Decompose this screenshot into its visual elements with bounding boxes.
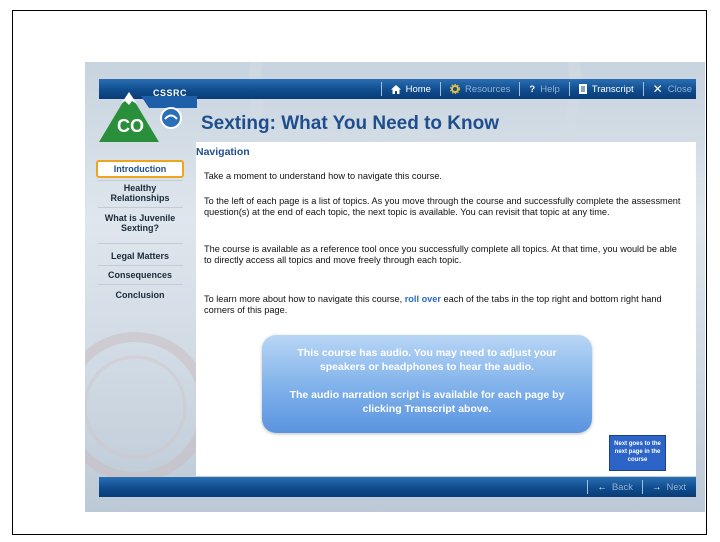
- nav-separator: [380, 82, 382, 96]
- page-title: Sexting: What You Need to Know: [201, 113, 500, 134]
- logo-state: CO: [117, 116, 144, 136]
- home-icon: [390, 84, 401, 94]
- help-button[interactable]: ? Help: [529, 84, 559, 95]
- nav-separator: [587, 480, 589, 494]
- sidebar-divider: [98, 243, 183, 244]
- sidebar-item-label: Conclusion: [115, 290, 165, 300]
- sidebar-item-label: Healthy Relationships: [110, 183, 170, 203]
- sidebar-item-label: Legal Matters: [110, 251, 170, 261]
- document-icon: [578, 84, 587, 94]
- back-button[interactable]: ← Back: [597, 482, 633, 493]
- nav-separator: [641, 480, 643, 494]
- next-button[interactable]: → Next: [652, 482, 686, 493]
- sidebar-item-consequences[interactable]: Consequences: [96, 270, 184, 280]
- sidebar-item-juvenile-sexting[interactable]: What is Juvenile Sexting?: [96, 213, 184, 233]
- sidebar-divider: [98, 265, 183, 266]
- sidebar-divider: [98, 284, 183, 285]
- next-arrow-icon: →: [651, 481, 662, 493]
- next-tooltip: Next goes to the next page in the course: [609, 435, 666, 471]
- home-button[interactable]: Home: [390, 83, 431, 95]
- resources-button[interactable]: Resources: [449, 83, 511, 95]
- back-label: Back: [611, 481, 633, 493]
- nav-separator: [519, 82, 521, 96]
- question-icon: ?: [529, 83, 536, 95]
- resources-label: Resources: [464, 83, 511, 95]
- gear-icon: [449, 84, 460, 94]
- bottom-navigation-bar: ← Back → Next: [99, 477, 696, 497]
- sidebar-item-label: What is Juvenile Sexting?: [104, 213, 176, 233]
- close-icon: ✕: [652, 82, 663, 96]
- next-label: Next: [666, 481, 686, 493]
- rollover-paragraph: To learn more about how to navigate this…: [204, 294, 682, 316]
- intro-paragraph: Take a moment to understand how to navig…: [204, 171, 442, 181]
- nav-separator: [568, 82, 570, 96]
- sidebar-item-healthy-relationships[interactable]: Healthy Relationships: [96, 183, 184, 203]
- topics-paragraph: To the left of each page is a list of to…: [204, 196, 681, 217]
- sidebar-item-label: Consequences: [107, 270, 173, 280]
- transcript-button[interactable]: Transcript: [578, 83, 634, 95]
- nav-separator: [642, 82, 644, 96]
- close-label: Close: [667, 83, 692, 95]
- audio-notice-line1: This course has audio. You may need to a…: [297, 347, 557, 373]
- audio-notice-line2: The audio narration script is available …: [289, 389, 565, 415]
- sidebar-item-conclusion[interactable]: Conclusion: [96, 290, 184, 300]
- sidebar-item-introduction[interactable]: Introduction: [96, 160, 184, 178]
- sidebar-item-legal-matters[interactable]: Legal Matters: [96, 251, 184, 261]
- close-button[interactable]: ✕ Close: [653, 82, 692, 96]
- sidebar-divider: [98, 207, 183, 208]
- nav-separator: [439, 82, 441, 96]
- audio-notice: This course has audio. You may need to a…: [262, 335, 592, 433]
- reference-paragraph: The course is available as a reference t…: [204, 244, 677, 265]
- section-title: Navigation: [196, 146, 250, 158]
- home-label: Home: [405, 83, 431, 95]
- help-label: Help: [540, 83, 560, 95]
- logo-acronym: CSSRC: [153, 88, 188, 98]
- rollover-link[interactable]: roll over: [405, 294, 441, 304]
- rollover-text-before: To learn more about how to navigate this…: [204, 294, 405, 304]
- transcript-label: Transcript: [591, 83, 634, 95]
- cssrc-logo: CSSRC CO: [99, 86, 197, 146]
- sidebar-divider: [98, 180, 183, 181]
- back-arrow-icon: ←: [597, 481, 607, 493]
- sidebar-item-label: Introduction: [113, 164, 167, 174]
